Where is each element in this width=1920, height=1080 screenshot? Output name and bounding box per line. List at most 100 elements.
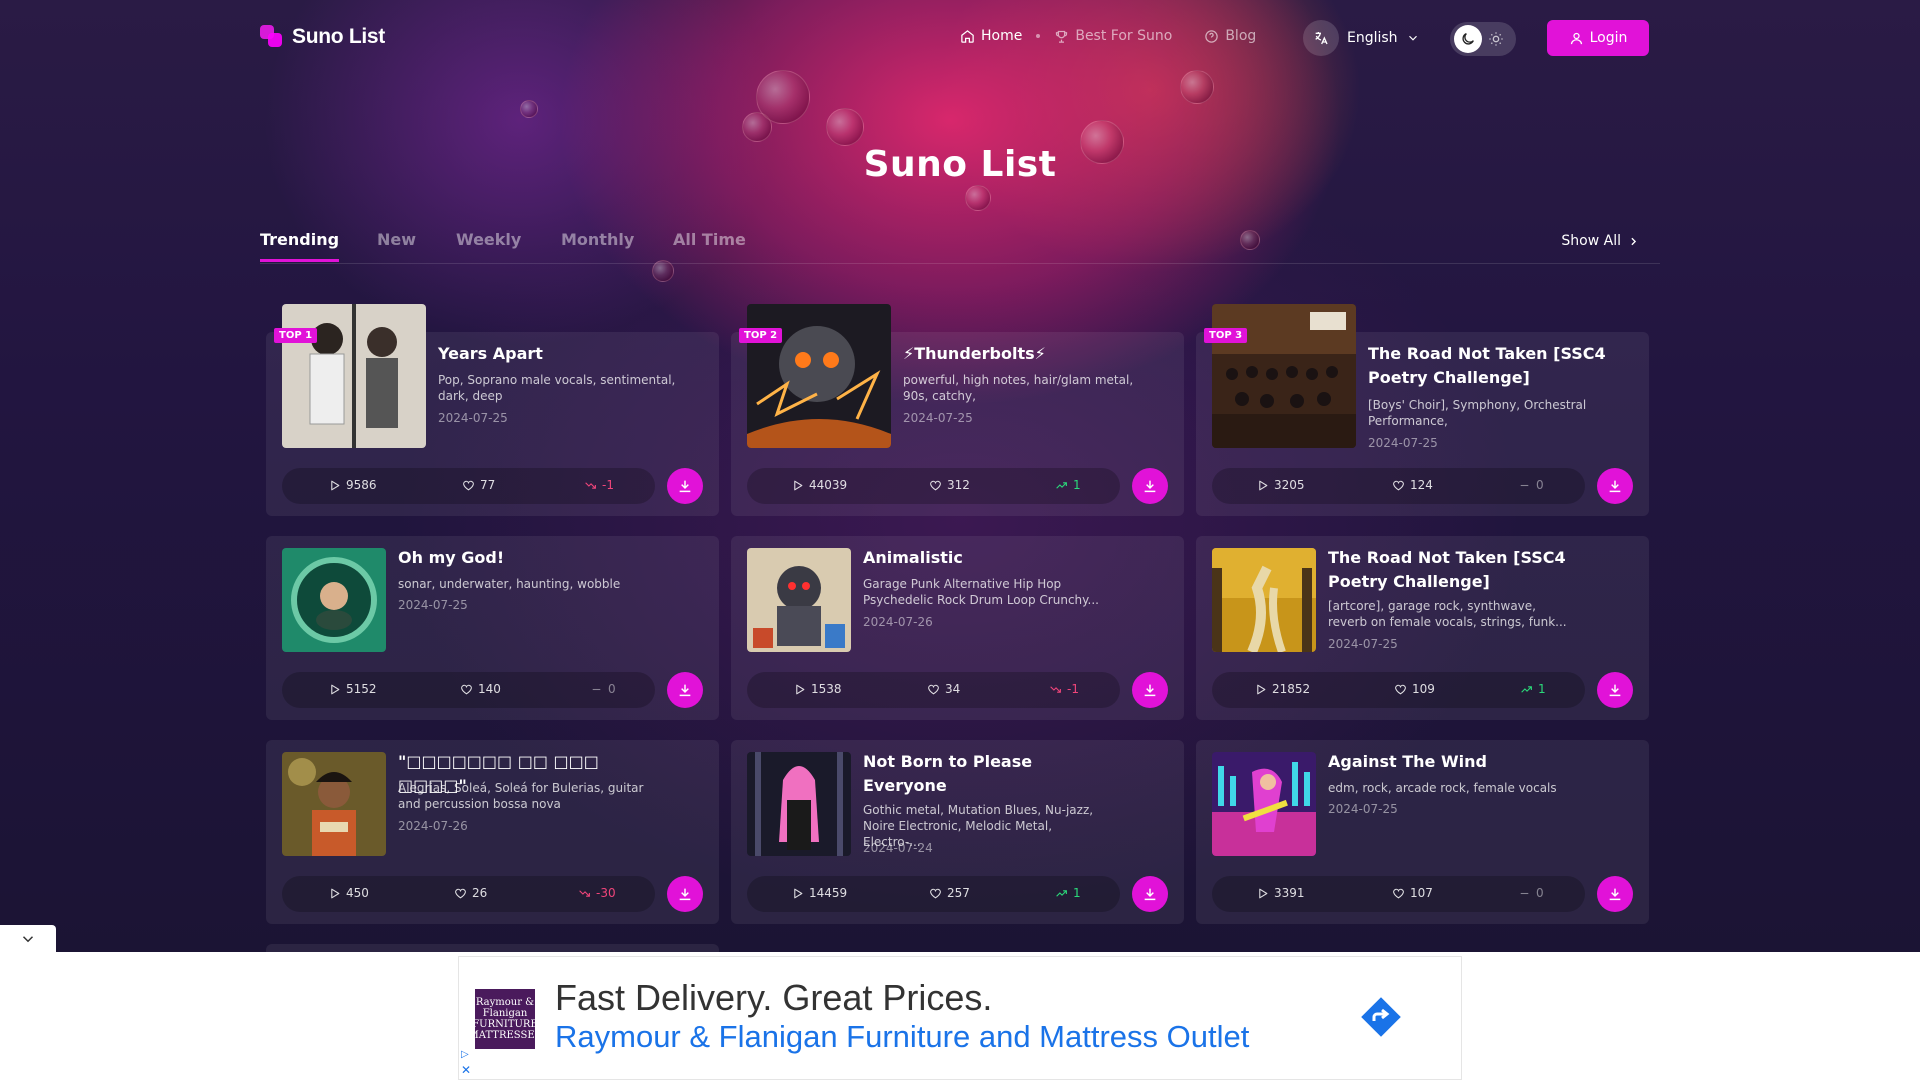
main-nav: Home Best For Suno Blog: [960, 28, 1256, 44]
song-date: 2024-07-25: [438, 411, 508, 425]
ad-close-icon[interactable]: ✕: [461, 1063, 471, 1077]
ad-banner[interactable]: Raymour & Flanigan FURNITURE MATTRESSES …: [458, 956, 1462, 1080]
plays-count: 14459: [791, 886, 847, 900]
heart-icon: [1392, 887, 1405, 900]
song-card[interactable]: Years Apart Pop, Soprano male vocals, se…: [266, 304, 719, 516]
song-cover[interactable]: [1212, 548, 1316, 652]
help-circle-icon: [1205, 29, 1219, 43]
likes-count[interactable]: 312: [929, 478, 970, 492]
song-title[interactable]: Animalistic: [863, 546, 1118, 570]
plays-value: 14459: [809, 886, 848, 900]
tab-monthly[interactable]: Monthly: [561, 230, 634, 259]
likes-count[interactable]: 124: [1392, 478, 1433, 492]
song-title[interactable]: ⚡Thunderbolts⚡: [903, 342, 1158, 366]
page-title: Suno List: [863, 144, 1057, 185]
song-cover[interactable]: [282, 548, 386, 652]
download-button[interactable]: [667, 672, 703, 708]
song-stats: 9586 77 -1: [282, 468, 655, 504]
trend-value: 1: [1073, 478, 1081, 492]
download-button[interactable]: [667, 876, 703, 912]
ad-collapse-button[interactable]: [0, 925, 56, 952]
song-date: 2024-07-25: [903, 411, 973, 425]
likes-count[interactable]: 257: [929, 886, 970, 900]
song-cover[interactable]: [282, 752, 386, 856]
song-title[interactable]: Years Apart: [438, 342, 693, 366]
song-date: 2024-07-25: [1368, 436, 1438, 450]
download-button[interactable]: [1597, 468, 1633, 504]
song-card[interactable]: Oh my God! sonar, underwater, haunting, …: [266, 536, 719, 720]
play-icon: [793, 683, 806, 696]
site-logo[interactable]: Suno List: [260, 25, 385, 49]
song-card[interactable]: The Road Not Taken [SSC4 Poetry Challeng…: [1196, 536, 1649, 720]
nav-home[interactable]: Home: [960, 28, 1022, 44]
tab-new[interactable]: New: [377, 230, 416, 259]
play-icon: [1256, 887, 1269, 900]
likes-count[interactable]: 26: [454, 886, 487, 900]
song-card[interactable]: Not Born to Please Everyone Gothic metal…: [731, 740, 1184, 924]
user-icon: [1570, 32, 1582, 44]
likes-count[interactable]: 109: [1394, 682, 1435, 696]
song-cover[interactable]: [747, 752, 851, 856]
theme-toggle[interactable]: [1450, 22, 1516, 56]
plays-value: 3391: [1274, 886, 1305, 900]
play-icon: [328, 683, 341, 696]
download-button[interactable]: [1132, 876, 1168, 912]
nav-best-for-suno[interactable]: Best For Suno: [1054, 28, 1172, 44]
download-button[interactable]: [1597, 672, 1633, 708]
trend-value: 1: [1073, 886, 1081, 900]
song-date: 2024-07-26: [863, 615, 933, 629]
login-button[interactable]: Login: [1547, 20, 1649, 56]
ad-headline[interactable]: Fast Delivery. Great Prices.: [555, 977, 992, 1019]
language-selector[interactable]: English: [1303, 20, 1420, 56]
nav-blog[interactable]: Blog: [1204, 28, 1256, 44]
download-button[interactable]: [1597, 876, 1633, 912]
song-title[interactable]: Oh my God!: [398, 546, 653, 570]
trend-value: 0: [1536, 478, 1544, 492]
ad-subline[interactable]: Raymour & Flanigan Furniture and Mattres…: [555, 1019, 1249, 1055]
song-tags: sonar, underwater, haunting, wobble: [398, 577, 621, 591]
song-card[interactable]: The Road Not Taken [SSC4 Poetry Challeng…: [1196, 304, 1649, 516]
likes-count[interactable]: 140: [460, 682, 501, 696]
song-card[interactable]: Against The Wind edm, rock, arcade rock,…: [1196, 740, 1649, 924]
download-icon: [677, 682, 693, 698]
song-cover[interactable]: [1212, 752, 1316, 856]
tab-weekly[interactable]: Weekly: [456, 230, 521, 259]
song-stats: 1538 34 -1: [747, 672, 1120, 708]
plays-count: 44039: [791, 478, 847, 492]
download-icon: [1607, 682, 1623, 698]
ad-info-icon[interactable]: ▷: [461, 1049, 469, 1060]
heart-icon: [929, 479, 942, 492]
download-button[interactable]: [1132, 468, 1168, 504]
show-all-link[interactable]: Show All: [1561, 233, 1640, 249]
song-card[interactable]: ⚡Thunderbolts⚡ powerful, high notes, hai…: [731, 304, 1184, 516]
trend-value: 1: [1538, 682, 1546, 696]
plays-value: 21852: [1272, 682, 1311, 696]
song-title[interactable]: Against The Wind: [1328, 750, 1583, 774]
heart-icon: [927, 683, 940, 696]
directions-arrow-icon[interactable]: [1357, 993, 1405, 1041]
rank-trend: 0: [590, 682, 616, 696]
song-tags: [Boys' Choir], Symphony, Orchestral Perf…: [1368, 398, 1587, 428]
song-cover[interactable]: [747, 304, 891, 448]
likes-count[interactable]: 77: [462, 478, 495, 492]
download-button[interactable]: [1132, 672, 1168, 708]
play-icon: [328, 479, 341, 492]
song-card[interactable]: "□□□□□□□ □□ □□□ □□□□" Alegrias, Soleá, S…: [266, 740, 719, 924]
tab-all-time[interactable]: All Time: [673, 230, 746, 259]
song-tags: [artcore], garage rock, synthwave, rever…: [1328, 599, 1567, 629]
song-cover[interactable]: [282, 304, 426, 448]
plays-count: 21852: [1254, 682, 1310, 696]
likes-count[interactable]: 107: [1392, 886, 1433, 900]
song-cover[interactable]: [747, 548, 851, 652]
tab-trending[interactable]: Trending: [260, 230, 340, 262]
download-button[interactable]: [667, 468, 703, 504]
song-cover[interactable]: [1212, 304, 1356, 448]
moon-icon[interactable]: [1454, 25, 1482, 53]
likes-count[interactable]: 34: [927, 682, 960, 696]
song-title[interactable]: The Road Not Taken [SSC4 Poetry Challeng…: [1368, 342, 1623, 390]
song-title[interactable]: Not Born to Please Everyone: [863, 750, 1118, 798]
sun-icon[interactable]: [1488, 31, 1504, 47]
rank-trend: -1: [1049, 682, 1079, 696]
song-title[interactable]: The Road Not Taken [SSC4 Poetry Challeng…: [1328, 546, 1583, 594]
song-card[interactable]: Animalistic Garage Punk Alternative Hip …: [731, 536, 1184, 720]
